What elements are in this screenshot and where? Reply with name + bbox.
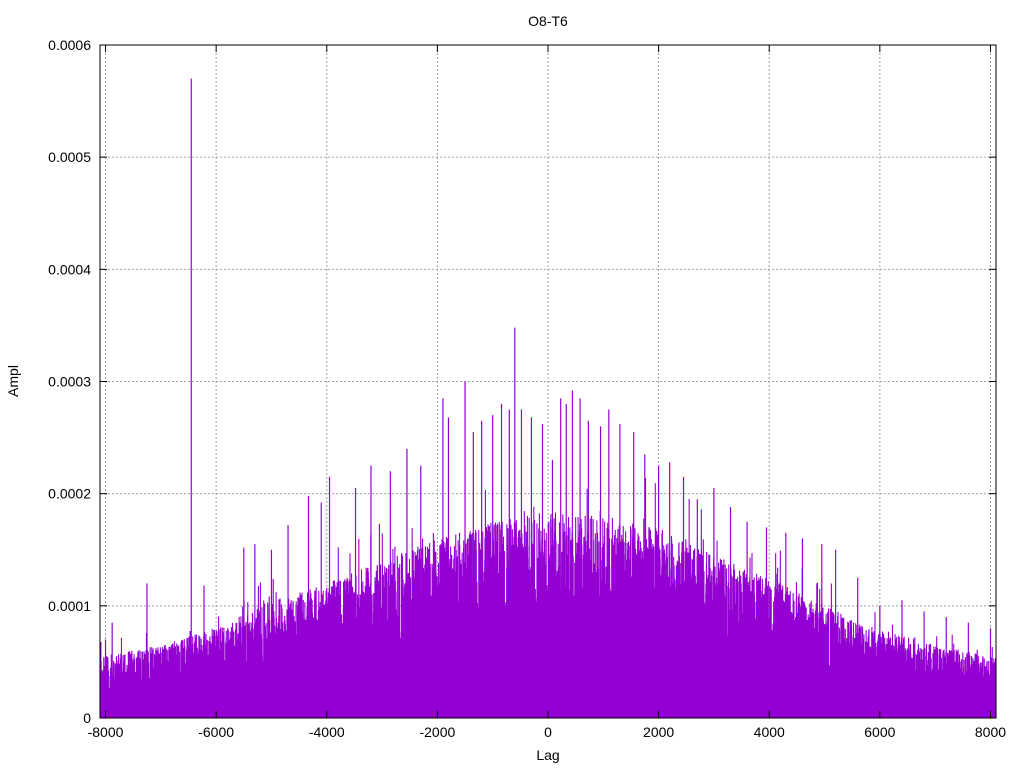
x-tick-label: -4000: [309, 724, 345, 740]
x-tick-label: -2000: [419, 724, 455, 740]
y-tick-label: 0.0002: [48, 486, 91, 502]
chart-container: -8000 -6000 -4000 -2000 0 2000 4000 6000 8000 00…: [0, 0, 1024, 768]
chart-title: O8-T6: [528, 13, 568, 29]
y-tick-label: 0.0004: [48, 261, 91, 277]
y-axis-label: Ampl: [5, 365, 21, 397]
x-tick-label: -6000: [198, 724, 234, 740]
x-tick-labels: -8000 -6000 -4000 -2000 0 2000 4000 6000 8000: [88, 724, 1007, 740]
y-tick-label: 0: [83, 710, 91, 726]
x-tick-label: -8000: [88, 724, 124, 740]
x-tick-label: 4000: [754, 724, 785, 740]
y-tick-label: 0.0005: [48, 149, 91, 165]
x-tick-label: 2000: [643, 724, 674, 740]
x-tick-label: 8000: [975, 724, 1006, 740]
correlation-chart: -8000 -6000 -4000 -2000 0 2000 4000 6000 8000 00…: [5, 13, 1007, 763]
y-tick-label: 0.0001: [48, 598, 91, 614]
y-tick-label: 0.0006: [48, 37, 91, 53]
x-axis-label: Lag: [536, 747, 559, 763]
x-tick-label: 0: [544, 724, 552, 740]
x-tick-label: 6000: [864, 724, 895, 740]
y-tick-label: 0.0003: [48, 374, 91, 390]
y-tick-labels: 0 0.0001 0.0002 0.0003 0.0004 0.0005 0.0006: [48, 37, 91, 726]
